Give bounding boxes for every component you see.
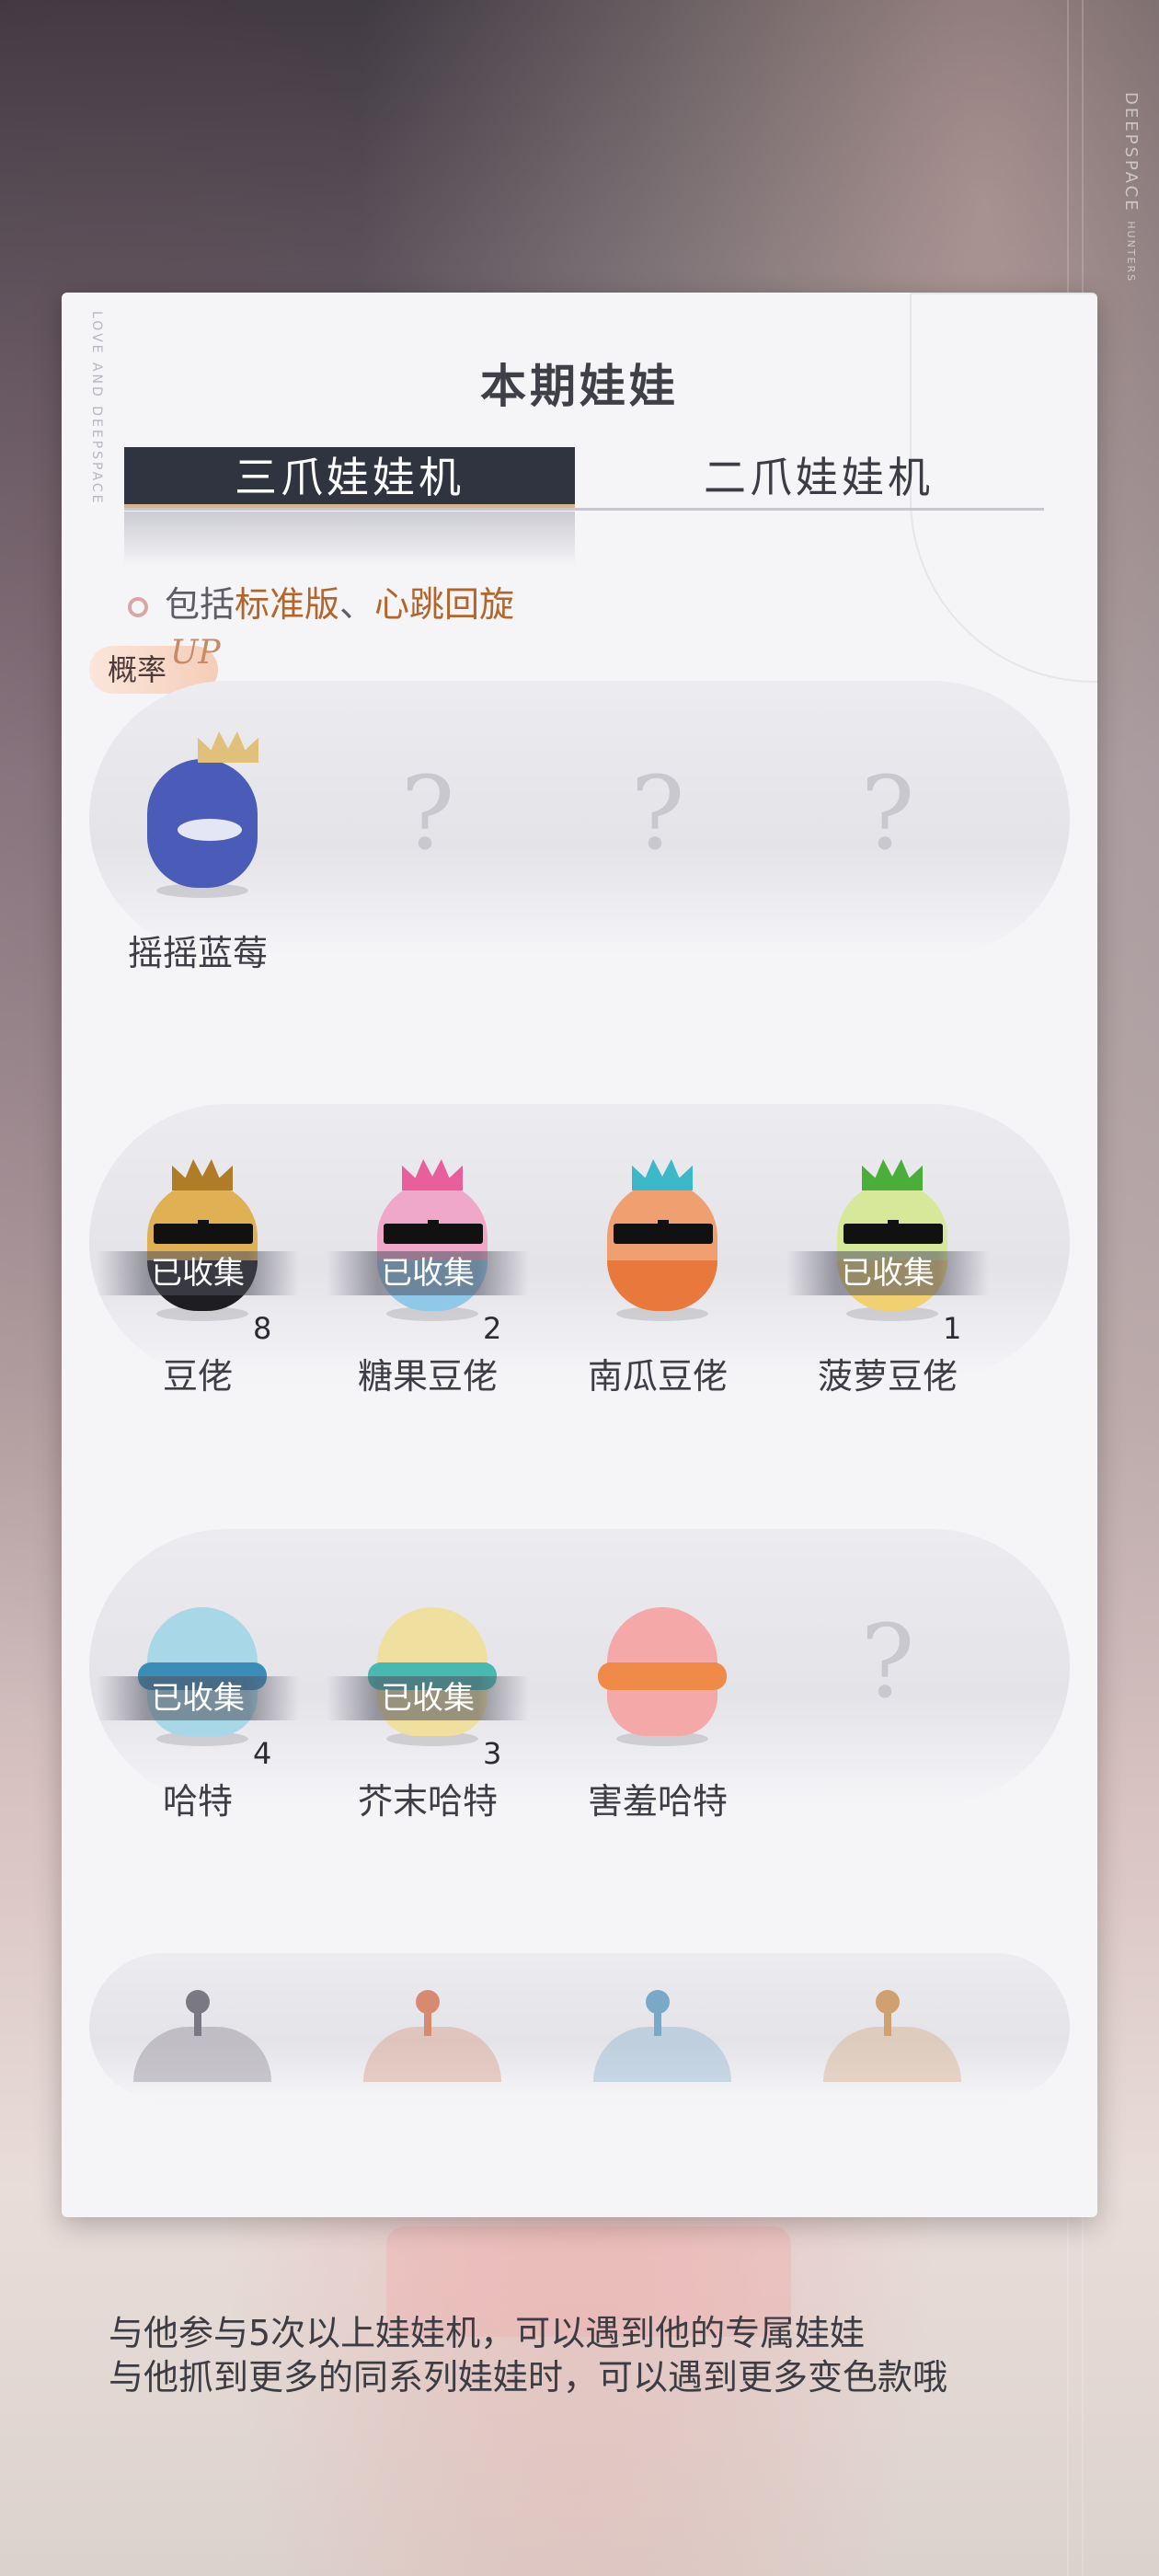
doll-figure <box>133 727 271 898</box>
doll-collection-card: LOVE AND DEEPSPACE 本期娃娃 三爪娃娃机 二爪娃娃机 包括标准… <box>62 293 1097 2217</box>
doll-figure <box>593 1150 731 1321</box>
doll-name: 芥末哈特 <box>357 1781 498 1822</box>
crown-icon <box>198 731 258 763</box>
tab-three-claw[interactable]: 三爪娃娃机 <box>124 447 575 508</box>
edition-standard: 标准版 <box>235 584 340 625</box>
sunglasses-icon <box>154 1220 253 1244</box>
doll-hat <box>133 2027 271 2082</box>
sunglasses-icon <box>384 1220 483 1244</box>
tab-two-claw[interactable]: 二爪娃娃机 <box>593 447 1044 508</box>
question-mark-icon: ? <box>400 754 455 872</box>
card-title: 本期娃娃 <box>480 360 679 413</box>
doll-partial <box>97 1962 299 2082</box>
doll-name: 哈特 <box>162 1781 233 1822</box>
doll-count: 1 <box>943 1311 962 1346</box>
doll-partial <box>327 1962 529 2082</box>
sunglasses-icon <box>843 1220 943 1244</box>
doll-slot[interactable]: 已收集 4 哈特 <box>97 1538 299 1822</box>
up-label: UP <box>170 634 221 672</box>
footer-note: 与他参与5次以上娃娃机，可以遇到他的专属娃娃 与他抓到更多的同系列娃娃时，可以遇… <box>109 2311 947 2399</box>
crown-icon <box>172 1159 233 1190</box>
doll-slot[interactable]: 已收集 1 菠萝豆佬 <box>786 1113 989 1397</box>
crown-icon <box>402 1159 463 1190</box>
question-mark-icon: ? <box>860 754 915 872</box>
unknown-doll-slot[interactable]: ? <box>327 690 529 966</box>
collected-label: 已收集 <box>786 1251 989 1295</box>
doll-count: 4 <box>253 1736 272 1771</box>
unknown-doll-slot[interactable]: ? <box>786 690 989 966</box>
doll-name: 摇摇蓝莓 <box>127 933 268 973</box>
doll-slot[interactable]: 摇摇蓝莓 <box>97 690 299 973</box>
unknown-doll-slot[interactable]: ? <box>557 690 759 966</box>
doll-partial <box>557 1962 759 2082</box>
doll-count: 3 <box>483 1736 502 1771</box>
edition-heartbeat: 心跳回旋 <box>374 584 515 625</box>
doll-face <box>178 819 242 841</box>
includes-note: 包括标准版、心跳回旋 <box>128 576 514 627</box>
doll-name: 豆佬 <box>162 1356 233 1397</box>
doll-slot[interactable]: 已收集 8 豆佬 <box>97 1113 299 1397</box>
doll-name: 南瓜豆佬 <box>587 1356 728 1397</box>
doll-name: 糖果豆佬 <box>357 1356 498 1397</box>
unknown-doll-slot[interactable]: ? <box>786 1538 989 1814</box>
question-mark-icon: ? <box>630 754 685 872</box>
doll-figure <box>593 1575 731 1746</box>
crown-icon <box>632 1159 693 1190</box>
footer-line-1: 与他参与5次以上娃娃机，可以遇到他的专属娃娃 <box>109 2313 866 2353</box>
doll-name: 菠萝豆佬 <box>817 1356 958 1397</box>
doll-hat <box>593 2027 731 2082</box>
question-mark-icon: ? <box>860 1603 915 1720</box>
doll-slot[interactable]: 南瓜豆佬 <box>557 1113 759 1397</box>
collected-label: 已收集 <box>327 1251 529 1295</box>
machine-tabs: 三爪娃娃机 二爪娃娃机 <box>124 447 1044 511</box>
doll-count: 8 <box>253 1311 272 1346</box>
doll-scarf <box>598 1662 727 1690</box>
doll-name: 害羞哈特 <box>587 1781 728 1822</box>
collected-label: 已收集 <box>97 1251 299 1295</box>
doll-partial <box>786 1962 989 2082</box>
sunglasses-icon <box>614 1220 713 1244</box>
doll-suit <box>607 1260 717 1311</box>
bullet-icon <box>128 596 148 617</box>
doll-hat <box>363 2027 501 2082</box>
collected-label: 已收集 <box>97 1676 299 1720</box>
brand-mark: DEEPSPACE HUNTERS <box>1121 92 1141 283</box>
doll-slot[interactable]: 已收集 2 糖果豆佬 <box>327 1113 529 1397</box>
crown-icon <box>862 1159 923 1190</box>
collected-label: 已收集 <box>327 1676 529 1720</box>
tab-shadow <box>124 512 575 567</box>
doll-slot[interactable]: 已收集 3 芥末哈特 <box>327 1538 529 1822</box>
footer-line-2: 与他抓到更多的同系列娃娃时，可以遇到更多变色款哦 <box>109 2357 948 2398</box>
doll-count: 2 <box>483 1311 502 1346</box>
doll-hat <box>823 2027 961 2082</box>
doll-slot[interactable]: 害羞哈特 <box>557 1538 759 1822</box>
